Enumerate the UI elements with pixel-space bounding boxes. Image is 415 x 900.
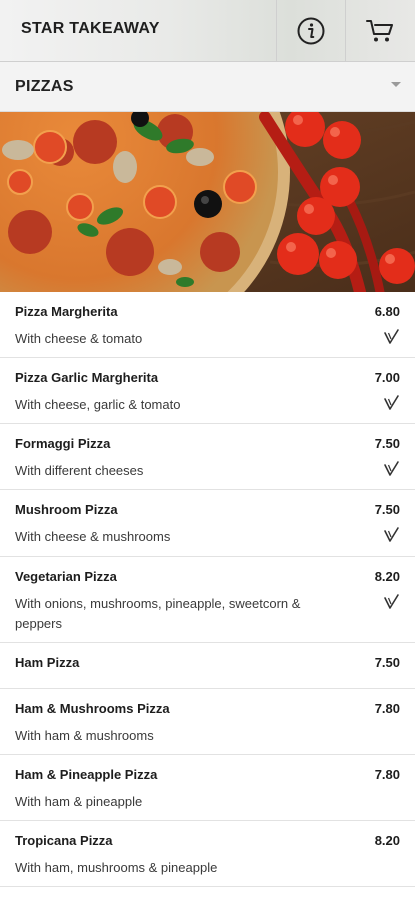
menu-item[interactable]: Pizza Garlic Margherita 7.00 With cheese… <box>0 358 415 424</box>
item-description: With ham & mushrooms <box>15 728 154 743</box>
item-price: 7.80 <box>374 701 400 716</box>
item-price: 8.20 <box>374 833 400 848</box>
app-title: STAR TAKEAWAY <box>21 20 160 37</box>
vegetarian-icon <box>384 329 399 344</box>
menu-item[interactable]: Pizza Margherita 6.80 With cheese & toma… <box>0 292 415 358</box>
item-description: With ham & pineapple <box>15 794 143 809</box>
item-name: Pizza Margherita <box>15 304 118 319</box>
item-name: Ham & Pineapple Pizza <box>15 767 158 782</box>
vegetarian-icon <box>384 527 399 542</box>
item-name: Ham & Mushrooms Pizza <box>15 701 170 716</box>
item-price: 7.50 <box>374 502 400 517</box>
item-price: 8.20 <box>374 569 400 584</box>
item-description: With cheese & tomato <box>15 331 143 346</box>
menu-item[interactable]: Tropicana Pizza 8.20 With ham, mushrooms… <box>0 821 415 887</box>
menu-list: Pizza Margherita 6.80 With cheese & toma… <box>0 292 415 887</box>
item-name: Pizza Garlic Margherita <box>15 370 159 385</box>
app-header: STAR TAKEAWAY <box>0 0 415 62</box>
item-name: Vegetarian Pizza <box>15 569 117 584</box>
cart-icon <box>366 20 393 42</box>
item-price: 7.00 <box>374 370 400 385</box>
item-name: Mushroom Pizza <box>15 502 118 517</box>
item-price: 6.80 <box>374 304 400 319</box>
menu-item[interactable]: Ham & Mushrooms Pizza 7.80 With ham & mu… <box>0 689 415 755</box>
item-name: Formaggi Pizza <box>15 436 111 451</box>
item-description: With onions, mushrooms, pineapple, sweet… <box>15 596 301 631</box>
info-button[interactable] <box>277 0 345 62</box>
item-price: 7.50 <box>374 436 400 451</box>
item-price: 7.80 <box>374 767 400 782</box>
menu-item[interactable]: Ham & Pineapple Pizza 7.80 With ham & pi… <box>0 755 415 821</box>
chevron-down-icon <box>391 82 401 87</box>
item-description: With cheese, garlic & tomato <box>15 397 181 412</box>
item-price: 7.50 <box>374 655 400 670</box>
item-name: Ham Pizza <box>15 655 80 670</box>
menu-item[interactable]: Vegetarian Pizza 8.20 With onions, mushr… <box>0 557 415 643</box>
vegetarian-icon <box>384 395 399 410</box>
menu-item[interactable]: Ham Pizza 7.50 <box>0 643 415 689</box>
menu-item[interactable]: Formaggi Pizza 7.50 With different chees… <box>0 424 415 490</box>
info-circle-icon <box>297 17 325 45</box>
category-hero-image <box>0 112 415 292</box>
menu-item[interactable]: Mushroom Pizza 7.50 With cheese & mushro… <box>0 490 415 557</box>
vegetarian-icon <box>384 594 399 609</box>
item-description: With cheese & mushrooms <box>15 529 171 544</box>
item-description: With ham, mushrooms & pineapple <box>15 860 218 875</box>
item-description: With different cheeses <box>15 463 144 478</box>
vegetarian-icon <box>384 461 399 476</box>
cart-button[interactable] <box>346 0 414 62</box>
item-name: Tropicana Pizza <box>15 833 113 848</box>
category-dropdown[interactable]: PIZZAS <box>0 62 415 112</box>
category-label: PIZZAS <box>15 78 74 95</box>
